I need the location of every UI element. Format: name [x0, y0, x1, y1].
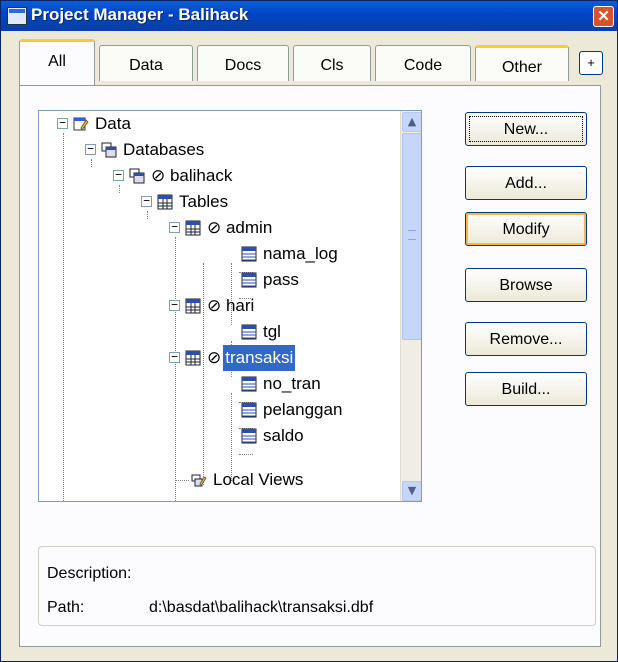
tab-other[interactable]: Other [475, 45, 569, 81]
table-icon [185, 220, 201, 236]
field-icon [241, 402, 257, 418]
tree-line [91, 159, 92, 167]
project-tree[interactable]: − − − − − − − Data Databases ⊘ balihack [38, 110, 422, 502]
description-label: Description: [47, 565, 132, 582]
tree-node-no-tran[interactable]: no_tran [241, 371, 323, 397]
expander-tables[interactable]: − [141, 195, 152, 207]
field-icon [241, 376, 257, 392]
project-manager-window: Project Manager - Balihack ✕ All Data Do… [0, 0, 618, 662]
tree-node-nama-log[interactable]: nama_log [241, 241, 340, 267]
window-title: Project Manager - Balihack [31, 5, 249, 24]
tree-node-transaksi[interactable]: ⊘ transaksi [185, 345, 296, 371]
browse-button[interactable]: Browse [465, 268, 587, 302]
app-icon [7, 7, 27, 25]
selected-node-label: transaksi [223, 345, 296, 371]
description-box: Description: Path: d:\basdat\balihack\tr… [38, 546, 596, 626]
tree-node-data[interactable]: Data [73, 111, 133, 137]
expander-admin[interactable]: − [169, 221, 180, 233]
add-button[interactable]: Add... [465, 166, 587, 200]
build-button[interactable]: Build... [465, 372, 587, 406]
remove-button[interactable]: Remove... [465, 322, 587, 356]
tab-panel: − − − − − − − Data Databases ⊘ balihack [19, 85, 601, 647]
path-label: Path: [47, 599, 85, 616]
scroll-thumb[interactable] [402, 133, 421, 340]
database-icon [129, 168, 145, 184]
table-icon [185, 298, 201, 314]
expander-balihack[interactable]: − [113, 169, 124, 181]
path-value: d:\basdat\balihack\transaksi.dbf [149, 599, 374, 616]
tree-hline [239, 454, 253, 455]
tree-node-balihack[interactable]: ⊘ balihack [129, 163, 234, 189]
databases-icon [101, 142, 117, 158]
tree-node-pass[interactable]: pass [241, 267, 301, 293]
tree-node-admin[interactable]: ⊘ admin [185, 215, 274, 241]
table-icon [185, 350, 201, 366]
tree-node-tgl[interactable]: tgl [241, 319, 283, 345]
field-icon [241, 246, 257, 262]
tree-node-tables[interactable]: Tables [157, 189, 230, 215]
close-button[interactable]: ✕ [593, 6, 614, 27]
expander-transaksi[interactable]: − [169, 351, 180, 363]
tree-line [147, 211, 148, 219]
field-icon [241, 428, 257, 444]
tree-node-hari[interactable]: ⊘ hari [185, 293, 256, 319]
tree-node-saldo[interactable]: saldo [241, 423, 306, 449]
scroll-down-button[interactable]: ▼ [402, 481, 421, 501]
tab-code[interactable]: Code [375, 45, 471, 81]
tree-node-pelanggan[interactable]: pelanggan [241, 397, 344, 423]
tree-line [119, 185, 120, 193]
new-button[interactable]: New... [465, 112, 587, 146]
tab-scroll-button[interactable]: + [579, 51, 603, 75]
tree-node-local-views[interactable]: Local Views [191, 467, 305, 493]
tree-scrollbar[interactable]: ▲ ▼ [400, 111, 421, 501]
tab-cls[interactable]: Cls [293, 45, 371, 81]
tree-hline [175, 480, 189, 481]
title-bar[interactable]: Project Manager - Balihack ✕ [1, 1, 617, 31]
tree-node-databases[interactable]: Databases [101, 137, 206, 163]
data-icon [73, 117, 89, 131]
expander-data[interactable]: − [57, 117, 68, 129]
tab-docs[interactable]: Docs [197, 45, 289, 81]
field-icon [241, 272, 257, 288]
tables-icon [157, 194, 173, 210]
expander-hari[interactable]: − [169, 299, 180, 311]
tab-all[interactable]: All [19, 39, 95, 85]
tab-data[interactable]: Data [99, 45, 193, 81]
tree-line [63, 133, 64, 501]
tree-line [175, 237, 176, 501]
expander-databases[interactable]: − [85, 143, 96, 155]
local-views-icon [191, 474, 207, 488]
field-icon [241, 324, 257, 340]
modify-button[interactable]: Modify [465, 212, 587, 246]
scroll-up-button[interactable]: ▲ [402, 112, 421, 132]
